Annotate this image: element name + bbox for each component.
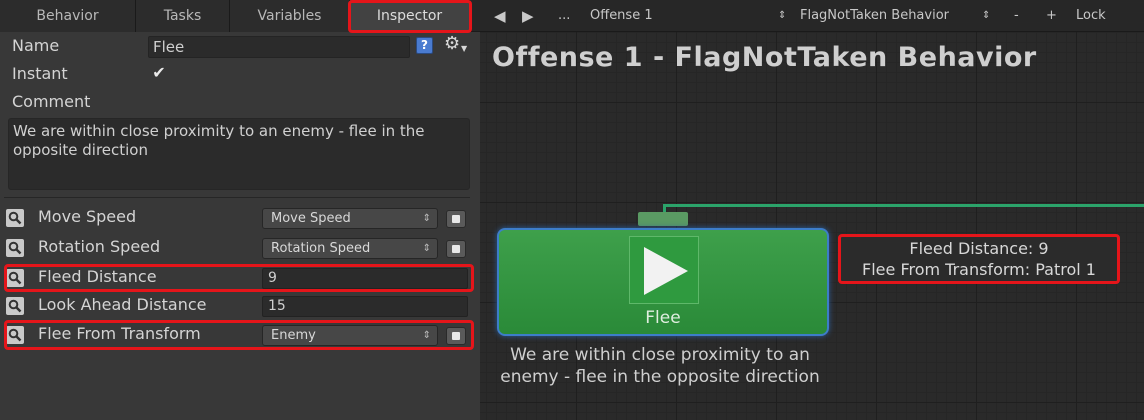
info-line: Fleed Distance: 9 xyxy=(909,239,1049,258)
play-icon xyxy=(629,236,699,304)
forward-button[interactable]: ▶ xyxy=(522,0,534,32)
variable-toggle-button[interactable] xyxy=(446,240,466,258)
dropdown-arrow-icon: ⇕ xyxy=(422,330,431,341)
tab-tasks[interactable]: Tasks xyxy=(136,0,230,32)
flee-from-transform-dropdown[interactable]: Enemy ⇕ xyxy=(262,325,438,346)
behavior-selector-arrow-icon: ⇕ xyxy=(982,10,991,21)
fleed-distance-input[interactable]: 9 xyxy=(262,268,468,289)
look-ahead-distance-input[interactable]: 15 xyxy=(262,296,468,317)
behavior-selector[interactable]: FlagNotTaken Behavior xyxy=(800,0,949,32)
dropdown-value: Move Speed xyxy=(271,211,351,226)
info-line: Flee From Transform: Patrol 1 xyxy=(862,260,1096,279)
connection-wire xyxy=(663,204,1144,207)
back-button[interactable]: ◀ xyxy=(494,0,506,32)
search-icon[interactable] xyxy=(6,297,24,315)
task-node-flee[interactable]: Flee xyxy=(497,228,829,336)
gear-icon[interactable]: ⚙ xyxy=(444,33,460,54)
tab-inspector[interactable]: Inspector xyxy=(350,0,470,32)
chevron-down-icon: ▼ xyxy=(461,44,468,53)
graph-toolbar: ◀ ▶ ... Offense 1 ⇕ FlagNotTaken Behavio… xyxy=(480,0,1144,32)
tab-behavior[interactable]: Behavior xyxy=(0,0,136,32)
object-selector-arrow-icon: ⇕ xyxy=(778,10,787,21)
move-speed-dropdown[interactable]: Move Speed ⇕ xyxy=(262,208,438,229)
graph-title: Offense 1 - FlagNotTaken Behavior xyxy=(492,42,1037,73)
more-button[interactable]: ... xyxy=(558,0,570,32)
property-label: Look Ahead Distance xyxy=(38,295,207,314)
dropdown-value: Rotation Speed xyxy=(271,241,371,256)
property-row-flee-from-transform: Flee From Transform Enemy ⇕ xyxy=(6,322,474,348)
search-icon[interactable] xyxy=(6,239,24,257)
node-comment: We are within close proximity to an enem… xyxy=(500,345,820,387)
name-input[interactable]: Flee xyxy=(148,36,410,58)
property-label: Fleed Distance xyxy=(38,267,157,286)
add-behavior-button[interactable]: + xyxy=(1046,0,1057,32)
property-row-move-speed: Move Speed Move Speed ⇕ xyxy=(6,205,474,231)
lock-button[interactable]: Lock xyxy=(1076,0,1106,32)
variable-toggle-button[interactable] xyxy=(446,327,466,345)
tab-variables[interactable]: Variables xyxy=(230,0,350,32)
node-label: Flee xyxy=(645,308,681,328)
inspector-panel: Behavior Tasks Variables Inspector Name … xyxy=(0,0,480,420)
dropdown-arrow-icon: ⇕ xyxy=(422,213,431,224)
property-label: Flee From Transform xyxy=(38,324,201,343)
help-icon[interactable]: ? xyxy=(416,37,433,54)
behavior-graph[interactable]: ◀ ▶ ... Offense 1 ⇕ FlagNotTaken Behavio… xyxy=(480,0,1144,420)
property-label: Rotation Speed xyxy=(38,237,161,256)
object-selector[interactable]: Offense 1 xyxy=(590,0,780,32)
comment-textarea[interactable]: We are within close proximity to an enem… xyxy=(8,118,470,190)
property-row-fleed-distance: Fleed Distance 9 xyxy=(6,265,474,291)
instant-checkbox[interactable]: ✔ xyxy=(150,64,168,82)
rotation-speed-dropdown[interactable]: Rotation Speed ⇕ xyxy=(262,238,438,259)
property-row-rotation-speed: Rotation Speed Rotation Speed ⇕ xyxy=(6,235,474,261)
name-label: Name xyxy=(12,36,60,55)
remove-behavior-button[interactable]: - xyxy=(1014,0,1019,32)
comment-label: Comment xyxy=(12,92,91,111)
divider xyxy=(4,197,470,198)
variable-toggle-button[interactable] xyxy=(446,210,466,228)
object-name: Offense 1 xyxy=(590,8,653,23)
node-info-box: Fleed Distance: 9 Flee From Transform: P… xyxy=(838,234,1120,284)
node-input-connector[interactable] xyxy=(638,212,688,226)
search-icon[interactable] xyxy=(6,209,24,227)
dropdown-value: Enemy xyxy=(271,328,316,343)
dropdown-arrow-icon: ⇕ xyxy=(422,243,431,254)
behavior-name: FlagNotTaken Behavior xyxy=(800,8,949,23)
tab-bar: Behavior Tasks Variables Inspector xyxy=(0,0,480,32)
instant-label: Instant xyxy=(12,64,68,83)
search-icon[interactable] xyxy=(6,269,24,287)
property-row-look-ahead-distance: Look Ahead Distance 15 xyxy=(6,293,474,319)
search-icon[interactable] xyxy=(6,326,24,344)
property-label: Move Speed xyxy=(38,207,137,226)
